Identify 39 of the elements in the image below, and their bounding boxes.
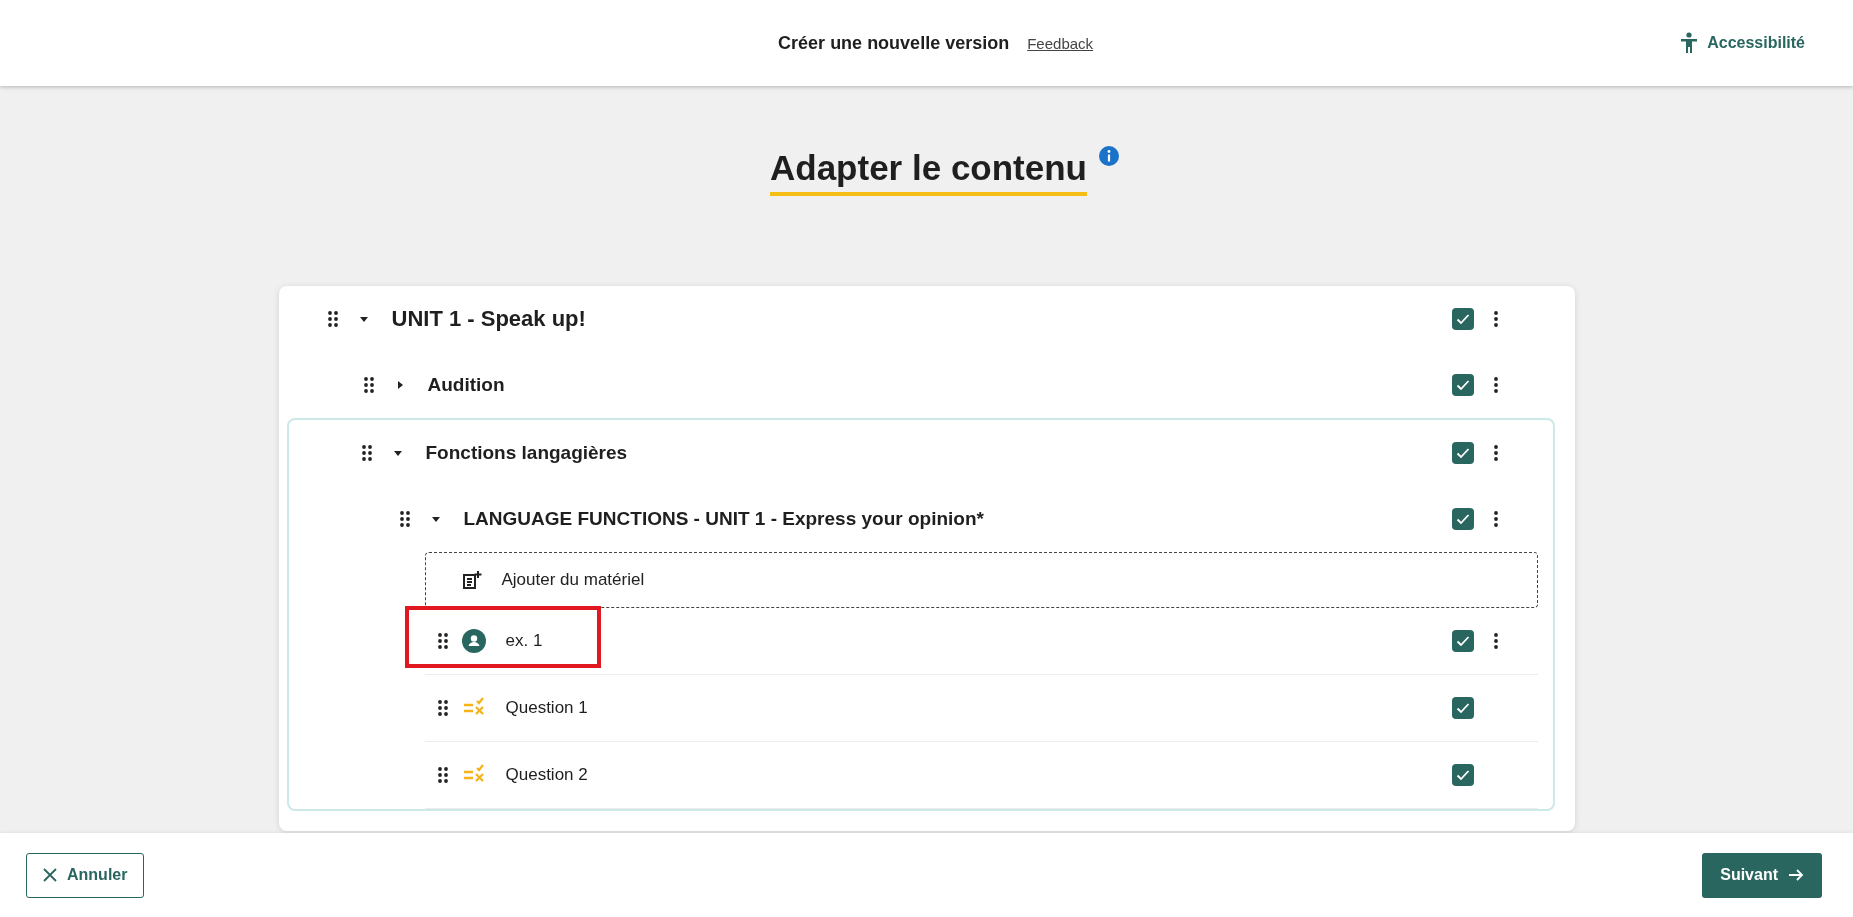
accessibility-icon bbox=[1681, 32, 1698, 54]
more-options-icon[interactable] bbox=[1493, 377, 1498, 393]
section-title: UNIT 1 - Speak up! bbox=[391, 306, 587, 332]
feedback-link[interactable]: Feedback bbox=[1027, 34, 1094, 52]
checkbox[interactable] bbox=[1451, 308, 1474, 330]
next-button[interactable]: Suivant bbox=[1702, 852, 1822, 898]
more-options-icon[interactable] bbox=[1493, 445, 1498, 461]
item-title: Question 1 bbox=[505, 698, 589, 718]
section-title: Fonctions langagières bbox=[425, 442, 629, 464]
section-title: LANGUAGE FUNCTIONS - UNIT 1 - Express your opinion* bbox=[463, 508, 985, 530]
checkbox[interactable] bbox=[1451, 442, 1474, 464]
section-title: Audition bbox=[427, 374, 506, 396]
add-material-button[interactable]: Ajouter du matériel bbox=[424, 552, 1538, 608]
checkbox[interactable] bbox=[1451, 508, 1474, 530]
person-icon bbox=[461, 629, 486, 653]
drag-handle-icon[interactable] bbox=[437, 700, 448, 716]
page-title: Adapter le contenu bbox=[770, 148, 1087, 196]
checkbox[interactable] bbox=[1451, 697, 1474, 719]
drag-handle-icon[interactable] bbox=[363, 377, 374, 393]
item-title: Question 2 bbox=[505, 765, 589, 785]
more-options-icon[interactable] bbox=[1493, 511, 1498, 527]
checkbox[interactable] bbox=[1451, 764, 1474, 786]
info-icon[interactable] bbox=[1099, 146, 1119, 166]
drag-handle-icon[interactable] bbox=[437, 633, 448, 649]
accessibility-button[interactable]: Accessibilité bbox=[1681, 32, 1805, 54]
more-options-icon[interactable] bbox=[1493, 633, 1498, 649]
checkbox[interactable] bbox=[1451, 630, 1474, 652]
checkbox[interactable] bbox=[1451, 374, 1474, 396]
cancel-button[interactable]: Annuler bbox=[26, 852, 145, 898]
more-options-icon[interactable] bbox=[1493, 311, 1498, 327]
drag-handle-icon[interactable] bbox=[361, 445, 372, 461]
drag-handle-icon[interactable] bbox=[399, 511, 410, 527]
item-title: ex. 1 bbox=[505, 631, 544, 651]
header-title: Créer une nouvelle version bbox=[778, 32, 1010, 54]
close-icon bbox=[43, 868, 57, 882]
drag-handle-icon[interactable] bbox=[327, 311, 338, 327]
arrow-right-icon bbox=[1788, 867, 1804, 883]
add-note-icon bbox=[461, 570, 482, 590]
drag-handle-icon[interactable] bbox=[437, 767, 448, 783]
